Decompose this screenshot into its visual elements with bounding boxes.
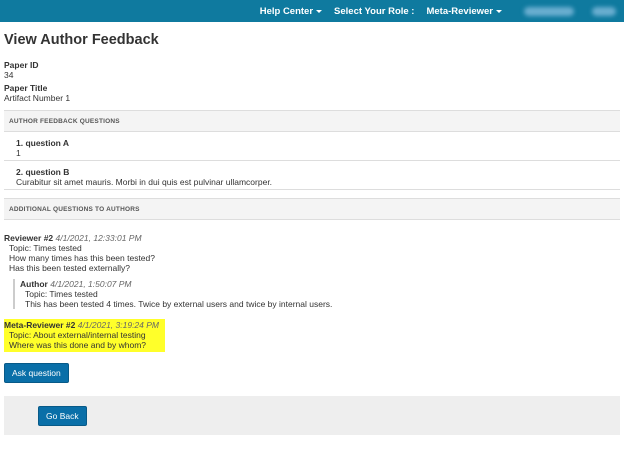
go-back-button[interactable]: Go Back bbox=[38, 405, 87, 426]
top-nav-bar: Help Center Select Your Role : Meta-Revi… bbox=[0, 0, 624, 22]
commenter-name: Meta-Reviewer #2 bbox=[4, 320, 76, 330]
comment-topic: Topic: About external/internal testing bbox=[9, 330, 146, 340]
comment-line: How many times has this been tested? bbox=[9, 253, 155, 263]
author-reply: Author 4/1/2021, 1:50:07 PM Topic: Times… bbox=[13, 279, 620, 309]
question-answer: 1 bbox=[16, 148, 21, 158]
user-menu-redacted[interactable] bbox=[524, 6, 574, 16]
comment-meta: Author 4/1/2021, 1:50:07 PM bbox=[20, 279, 620, 289]
additional-questions-header-text: ADDITIONAL QUESTIONS TO AUTHORS bbox=[9, 205, 140, 213]
comment-meta: Reviewer #2 4/1/2021, 12:33:01 PM bbox=[4, 233, 620, 243]
select-role-label: Select Your Role : bbox=[334, 6, 414, 17]
page-title: View Author Feedback bbox=[4, 32, 159, 48]
question-answer: Curabitur sit amet mauris. Morbi in dui … bbox=[16, 177, 273, 187]
chevron-down-icon bbox=[496, 9, 502, 13]
select-role-text: Select Your Role : bbox=[334, 5, 415, 17]
footer-bar: Go Back bbox=[4, 396, 620, 435]
comment-topic: Topic: Times tested bbox=[9, 243, 82, 253]
comment-text: Where was this done and by whom? bbox=[9, 340, 147, 350]
chevron-down-icon bbox=[316, 9, 323, 13]
paper-title-value: Artifact Number 1 bbox=[4, 93, 71, 103]
author-feedback-header-text: AUTHOR FEEDBACK QUESTIONS bbox=[9, 117, 120, 125]
question-item: 2. question B Curabitur sit amet mauris.… bbox=[4, 161, 620, 190]
reviewer-comment: Reviewer #2 4/1/2021, 12:33:01 PM Topic:… bbox=[4, 233, 620, 309]
signout-redacted[interactable] bbox=[592, 6, 616, 16]
comment-topic: Topic: Times tested bbox=[25, 289, 98, 299]
comment-line: Has this been tested externally? bbox=[9, 263, 130, 273]
help-center-label: Help Center bbox=[259, 5, 314, 17]
commenter-name: Reviewer #2 bbox=[4, 233, 54, 243]
comment-meta: Meta-Reviewer #2 4/1/2021, 3:19:24 PM bbox=[4, 320, 159, 330]
question-title: 1. question A bbox=[16, 138, 70, 148]
role-dropdown[interactable]: Meta-Reviewer bbox=[426, 6, 502, 17]
paper-id-label: Paper ID bbox=[4, 60, 39, 70]
commenter-name: Author bbox=[20, 279, 48, 289]
question-title: 2. question B bbox=[16, 167, 70, 177]
comment-timestamp: 4/1/2021, 12:33:01 PM bbox=[55, 233, 142, 243]
ask-question-wrap: Ask question bbox=[4, 363, 620, 383]
main-content: View Author Feedback Paper ID 34 Paper T… bbox=[0, 32, 624, 435]
paper-id-value: 34 bbox=[4, 70, 14, 80]
comment-text: This has been tested 4 times. Twice by e… bbox=[25, 299, 333, 309]
ask-question-button[interactable]: Ask question bbox=[4, 363, 69, 383]
help-center-menu[interactable]: Help Center bbox=[259, 5, 323, 17]
author-feedback-header: AUTHOR FEEDBACK QUESTIONS bbox=[4, 110, 620, 132]
comment-timestamp: 4/1/2021, 3:19:24 PM bbox=[77, 320, 159, 330]
role-label: Meta-Reviewer bbox=[426, 5, 493, 17]
additional-questions-header: ADDITIONAL QUESTIONS TO AUTHORS bbox=[4, 198, 620, 220]
meta-reviewer-comment: Meta-Reviewer #2 4/1/2021, 3:19:24 PM To… bbox=[4, 319, 165, 352]
paper-title-label: Paper Title bbox=[4, 83, 48, 93]
question-item: 1. question A 1 bbox=[4, 132, 620, 161]
comment-timestamp: 4/1/2021, 1:50:07 PM bbox=[50, 279, 132, 289]
